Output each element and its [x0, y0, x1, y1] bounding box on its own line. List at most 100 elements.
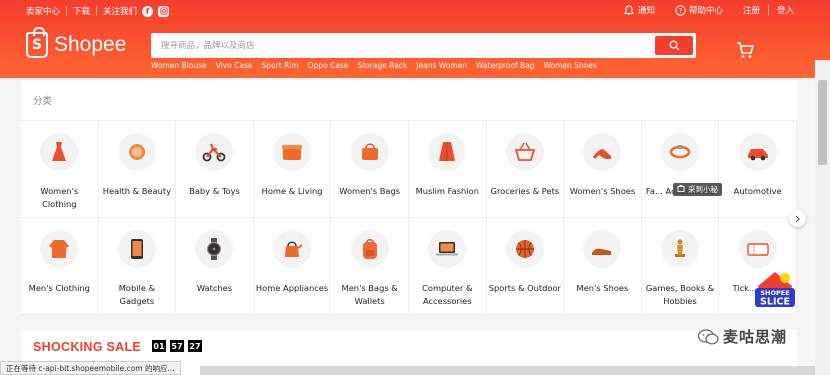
hot-word-link[interactable]: Women Shoes — [544, 61, 597, 70]
badge-bottom-text: SLICE — [760, 297, 790, 308]
category-item[interactable]: Automotive — [719, 121, 797, 218]
storage-box-icon — [273, 133, 312, 171]
watermark-text: 麦咕思潮 — [723, 328, 788, 346]
category-item[interactable]: Home Appliances — [253, 218, 332, 315]
category-label: Health & Beauty — [102, 186, 172, 196]
category-item[interactable]: Baby & Toys — [176, 121, 254, 218]
facebook-icon[interactable]: f — [142, 5, 154, 17]
category-label: Men's Shoes — [576, 283, 629, 293]
search-button[interactable] — [655, 36, 693, 55]
hot-word-link[interactable]: Storage Rack — [357, 61, 407, 70]
timer-seconds: 27 — [188, 340, 202, 352]
timer-minutes: 57 — [170, 340, 184, 352]
basketball-icon — [505, 230, 544, 268]
category-item[interactable]: Home & Living — [253, 121, 332, 218]
category-item[interactable]: Watches — [176, 218, 254, 315]
compact-powder-icon — [117, 133, 156, 171]
search-icon — [669, 40, 679, 51]
sign-up-link[interactable]: 注册 — [743, 4, 760, 16]
divider — [66, 6, 68, 16]
high-heel-icon — [583, 133, 622, 171]
car-icon — [738, 133, 777, 171]
category-item[interactable]: Men's Shoes — [564, 218, 642, 315]
cart-icon — [737, 42, 754, 58]
cart-button[interactable] — [735, 40, 755, 60]
category-item[interactable]: Mobile & Gadgets — [98, 218, 177, 315]
basket-icon — [505, 133, 544, 171]
handbag-icon — [350, 133, 389, 171]
next-category-button[interactable] — [789, 210, 806, 227]
bell-icon — [624, 4, 635, 16]
category-label: Mobile & Gadgets — [118, 283, 156, 306]
login-link[interactable]: 登入 — [777, 4, 794, 16]
category-label: Men's Clothing — [28, 283, 90, 293]
category-item[interactable]: Women's Clothing — [21, 121, 99, 218]
category-item[interactable]: Women's Shoes — [564, 121, 642, 218]
hot-word-link[interactable]: Sport Rim — [262, 61, 299, 70]
category-item[interactable]: Muslim Fashion — [408, 121, 487, 218]
hot-word-link[interactable]: Vivo Case — [216, 61, 253, 70]
notifications-label: 通知 — [637, 6, 655, 16]
categories-title: 分类 — [33, 96, 53, 107]
horizontal-scrollbar[interactable] — [200, 366, 815, 375]
timer-hours: 01 — [152, 340, 166, 352]
logo-text: Shopee — [54, 33, 127, 56]
category-label: Computer & Accessories — [422, 283, 473, 306]
category-label: Women's Shoes — [569, 186, 636, 196]
instagram-icon[interactable] — [158, 5, 170, 17]
category-item[interactable]: Women's Bags — [331, 121, 409, 218]
category-item[interactable]: Sports & Outdoor — [486, 218, 565, 315]
hot-word-link[interactable]: Women Blouse — [151, 61, 207, 70]
category-label: Home & Living — [261, 186, 323, 196]
robe-icon — [428, 133, 467, 171]
sweater-icon — [40, 230, 79, 268]
tricycle-icon — [195, 133, 234, 171]
category-label: Men's Bags & Wallets — [341, 283, 398, 306]
category-label: Women's Clothing — [40, 186, 79, 209]
svg-text:?: ? — [679, 7, 683, 15]
tooltip-label: 采到小秘 — [688, 185, 718, 194]
divider — [767, 5, 769, 15]
category-item[interactable]: Computer & Accessories — [408, 218, 487, 315]
scrollbar-thumb[interactable] — [818, 80, 827, 165]
category-label: Games, Books & Hobbies — [645, 283, 715, 306]
chess-icon — [661, 230, 700, 268]
backpack-icon — [350, 230, 389, 268]
shopee-slice-badge[interactable]: SHOPEE SLICE — [752, 268, 798, 310]
category-item[interactable]: Fa... Accessories — [641, 121, 720, 218]
hot-word-link[interactable]: Jeans Women — [416, 61, 467, 70]
collect-tooltip[interactable]: 采到小秘 — [673, 183, 722, 196]
search-input[interactable] — [153, 35, 653, 56]
clip-icon — [677, 184, 685, 195]
category-item[interactable]: Groceries & Pets — [486, 121, 565, 218]
category-label: Automotive — [733, 186, 782, 196]
notifications-link[interactable]: 通知 — [624, 4, 655, 16]
dress-icon — [40, 133, 79, 171]
category-item[interactable]: Men's Clothing — [21, 218, 99, 315]
hot-word-link[interactable]: Waterproof Bag — [476, 61, 535, 70]
search-bar — [151, 33, 696, 58]
laptop-icon — [428, 230, 467, 268]
download-link[interactable]: 下载 — [73, 5, 90, 17]
bracelet-icon — [661, 133, 700, 171]
category-label: Women's Bags — [339, 186, 401, 196]
seller-centre-link[interactable]: 卖家中心 — [26, 5, 60, 17]
divider — [96, 6, 98, 16]
kettle-icon — [273, 230, 312, 268]
category-item[interactable]: Games, Books & Hobbies — [641, 218, 720, 315]
category-item[interactable]: Health & Beauty — [98, 121, 177, 218]
category-label: Watches — [196, 283, 233, 293]
vertical-scrollbar[interactable] — [815, 60, 830, 375]
browser-status-bar: 正在等待 c-api-bit.shopeemobile.com 的响应... — [0, 361, 181, 375]
category-label: Groceries & Pets — [490, 186, 560, 196]
top-bar-left: 卖家中心 下载 关注我们 f — [26, 5, 170, 17]
category-label: Sports & Outdoor — [488, 283, 561, 293]
category-item[interactable]: Men's Bags & Wallets — [331, 218, 409, 315]
ticket-icon — [738, 230, 777, 268]
watch-icon — [195, 230, 234, 268]
help-link[interactable]: ? 帮助中心 — [675, 4, 723, 16]
hot-word-link[interactable]: Oppo Case — [308, 61, 349, 70]
shopee-logo[interactable]: S Shopee — [26, 27, 127, 58]
phone-icon — [117, 230, 156, 268]
top-bar: 卖家中心 下载 关注我们 f 通知 ? 帮助中心 注册 登入 — [0, 0, 830, 22]
